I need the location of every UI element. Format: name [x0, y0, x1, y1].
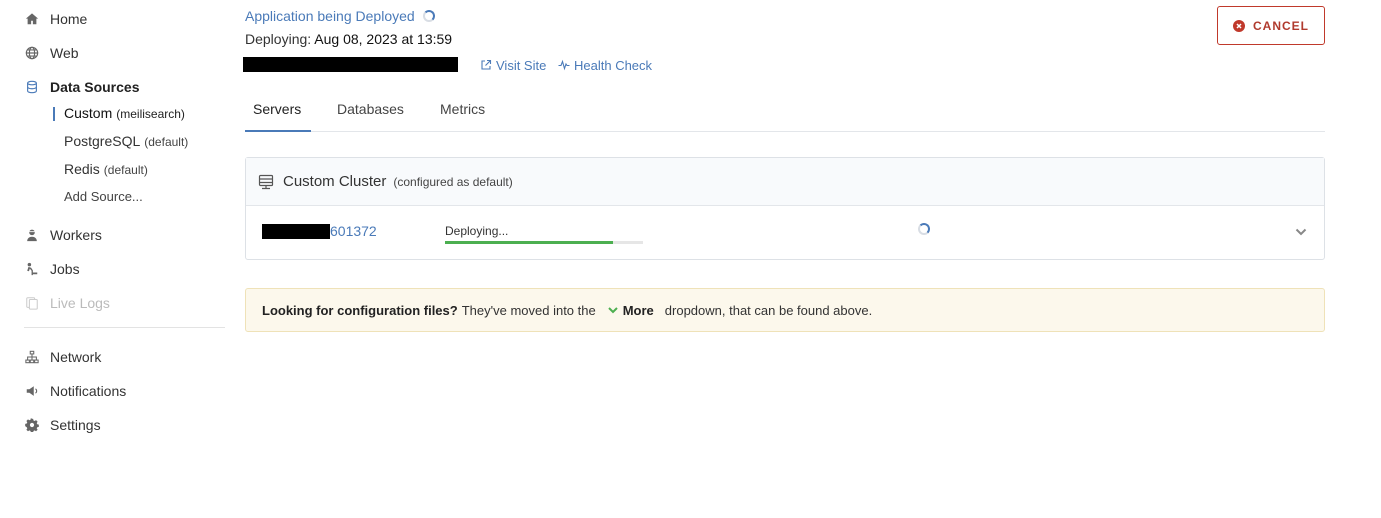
- subitem-hint: (meilisearch): [116, 107, 185, 121]
- cluster-panel: Custom Cluster (configured as default) 6…: [245, 157, 1325, 260]
- sidebar-item-label: Home: [50, 11, 88, 27]
- subitem-hint: (default): [103, 163, 148, 177]
- sidebar-item-network[interactable]: Network: [24, 346, 101, 368]
- sidebar: Home Web Data Sources Custom (meilisearc…: [0, 0, 240, 518]
- sidebar-item-home[interactable]: Home: [24, 8, 87, 30]
- sidebar-subitem-redis[interactable]: Redis (default): [64, 161, 148, 181]
- subitem-label: Add Source...: [64, 189, 143, 204]
- sidebar-item-label: Network: [50, 349, 102, 365]
- sidebar-item-workers[interactable]: Workers: [24, 224, 102, 246]
- link-label: Health Check: [574, 57, 653, 73]
- megaphone-icon: [24, 383, 40, 399]
- tab-label: Metrics: [440, 101, 486, 117]
- sidebar-item-label: Live Logs: [50, 295, 110, 311]
- sidebar-item-label: Data Sources: [50, 79, 140, 95]
- link-label: Visit Site: [496, 57, 547, 73]
- notice-text: dropdown, that can be found above.: [664, 302, 873, 318]
- page-title: Application being Deployed: [245, 8, 415, 24]
- gear-icon: [24, 417, 40, 433]
- sidebar-item-label: Settings: [50, 417, 101, 433]
- redacted-server-prefix: [262, 224, 330, 239]
- subitem-label: Redis: [64, 161, 100, 177]
- loading-spinner-icon: [422, 10, 435, 22]
- cluster-hint: (configured as default): [393, 174, 513, 189]
- tab-databases[interactable]: Databases: [337, 90, 404, 132]
- deploy-timestamp: Aug 08, 2023 at 13:59: [314, 31, 453, 47]
- deployment-status-title: Application being Deployed: [245, 6, 435, 26]
- tab-label: Databases: [337, 101, 404, 117]
- tab-servers[interactable]: Servers: [245, 90, 311, 132]
- subitem-hint: (default): [144, 135, 189, 149]
- more-dropdown-reference: More: [607, 303, 654, 318]
- sidebar-item-settings[interactable]: Settings: [24, 414, 101, 436]
- sidebar-item-label: Notifications: [50, 383, 127, 399]
- deploy-label: Deploying:: [245, 31, 312, 47]
- sidebar-item-notifications[interactable]: Notifications: [24, 380, 126, 402]
- tab-bar: Servers Databases Metrics: [245, 90, 1325, 132]
- heartbeat-icon: [558, 59, 570, 71]
- cancel-circle-icon: [1233, 19, 1245, 32]
- loading-spinner-icon: [918, 223, 930, 235]
- globe-icon: [24, 45, 40, 61]
- notice-heading: Looking for configuration files?: [262, 302, 458, 318]
- cancel-button[interactable]: CANCEL: [1217, 6, 1325, 45]
- tab-label: Servers: [253, 101, 302, 117]
- sidebar-subitem-postgresql[interactable]: PostgreSQL (default): [64, 133, 188, 153]
- worker-icon: [24, 227, 40, 243]
- sidebar-subitem-custom[interactable]: Custom (meilisearch): [64, 105, 185, 125]
- sidebar-item-label: Jobs: [50, 261, 80, 277]
- chevron-down-icon[interactable]: [1294, 225, 1308, 239]
- chevron-down-icon: [607, 304, 619, 316]
- jobs-icon: [24, 261, 40, 277]
- external-link-icon: [480, 59, 492, 71]
- deploy-progress-bar: [445, 241, 643, 244]
- server-status: Deploying...: [445, 224, 509, 238]
- config-files-notice: Looking for configuration files? They've…: [245, 288, 1325, 332]
- tab-metrics[interactable]: Metrics: [440, 90, 485, 132]
- sidebar-subitem-add-source[interactable]: Add Source...: [64, 189, 143, 209]
- visit-site-link[interactable]: Visit Site: [480, 57, 546, 73]
- network-icon: [24, 349, 40, 365]
- active-indicator: [53, 107, 55, 121]
- cluster-header: Custom Cluster (configured as default): [246, 158, 1324, 206]
- logs-icon: [24, 295, 40, 311]
- progress-fill: [445, 241, 614, 244]
- redacted-url: [243, 57, 458, 72]
- server-row[interactable]: 601372 Deploying...: [246, 206, 1324, 260]
- home-icon: [24, 11, 40, 27]
- cluster-title: Custom Cluster: [283, 173, 387, 190]
- deploy-time: Deploying: Aug 08, 2023 at 13:59: [245, 31, 452, 49]
- more-label: More: [622, 302, 654, 318]
- cancel-label: CANCEL: [1253, 18, 1309, 33]
- notice-text: They've moved into the: [461, 302, 596, 318]
- sidebar-item-live-logs: Live Logs: [24, 292, 110, 314]
- server-icon: [258, 174, 274, 190]
- sidebar-item-web[interactable]: Web: [24, 42, 79, 64]
- sidebar-item-label: Workers: [50, 227, 102, 243]
- sidebar-item-jobs[interactable]: Jobs: [24, 258, 80, 280]
- subitem-label: PostgreSQL: [64, 133, 141, 149]
- sidebar-item-data-sources[interactable]: Data Sources: [24, 76, 139, 98]
- server-id-link[interactable]: 601372: [330, 223, 377, 239]
- sidebar-item-label: Web: [50, 45, 79, 61]
- sidebar-divider: [24, 327, 225, 328]
- database-icon: [24, 79, 40, 95]
- subitem-label: Custom: [64, 105, 113, 121]
- health-check-link[interactable]: Health Check: [558, 57, 652, 73]
